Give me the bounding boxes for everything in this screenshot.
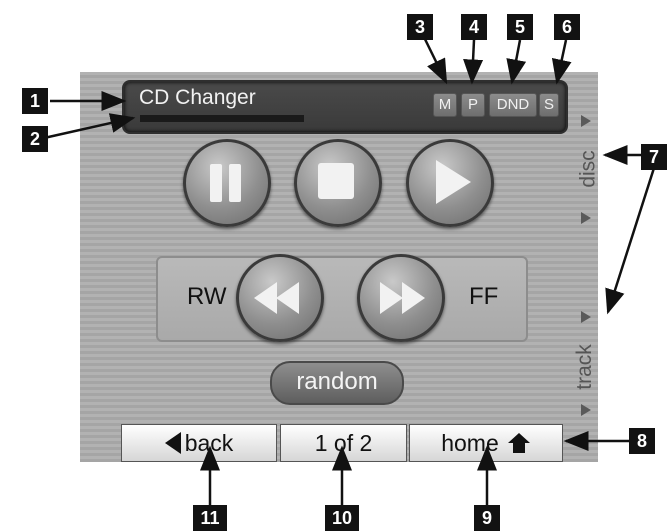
callout-4: 4	[461, 14, 487, 40]
callout-5: 5	[507, 14, 533, 40]
callout-8: 8	[629, 428, 655, 454]
callout-11: 11	[193, 505, 227, 531]
callout-6: 6	[554, 14, 580, 40]
callout-2: 2	[22, 126, 48, 152]
callout-7: 7	[641, 144, 667, 170]
leader-lines	[43, 30, 656, 508]
callout-3: 3	[407, 14, 433, 40]
callout-10: 10	[325, 505, 359, 531]
callout-9: 9	[474, 505, 500, 531]
callout-1: 1	[22, 88, 48, 114]
